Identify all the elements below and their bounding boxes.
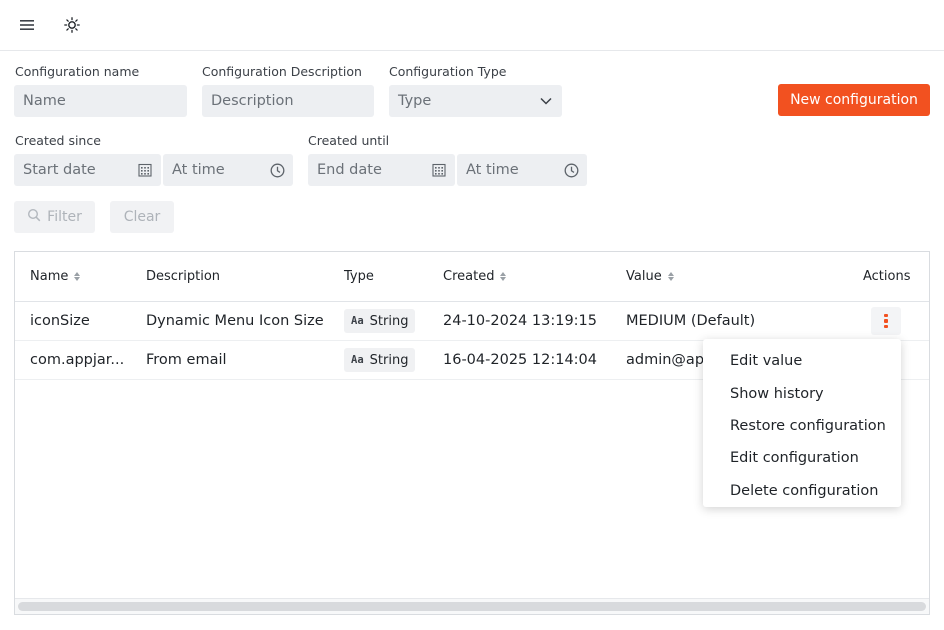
row-actions-menu: Edit value Show history Restore configur… — [703, 339, 901, 507]
cell-type: String — [369, 313, 409, 329]
type-badge: Aa String — [344, 309, 416, 333]
configuration-type-label: Configuration Type — [389, 64, 507, 79]
filter-button[interactable]: Filter — [14, 201, 95, 233]
cell-value: admin@app — [626, 352, 714, 368]
configuration-type-select[interactable]: Type — [389, 85, 562, 117]
menu-item-edit-value[interactable]: Edit value — [703, 345, 901, 377]
clock-icon[interactable] — [269, 162, 285, 178]
configuration-description-field[interactable] — [202, 85, 374, 117]
column-header-created-label: Created — [443, 269, 495, 284]
column-header-actions: Actions — [863, 269, 911, 284]
cell-created: 16-04-2025 12:14:04 — [443, 352, 597, 368]
configuration-type-placeholder: Type — [398, 93, 432, 109]
sort-icon[interactable] — [74, 272, 81, 281]
column-header-value[interactable]: Value — [626, 269, 674, 284]
configuration-description-label: Configuration Description — [202, 64, 362, 79]
new-configuration-button[interactable]: New configuration — [778, 84, 930, 116]
sun-icon[interactable] — [58, 11, 86, 39]
cell-description: From email — [146, 352, 227, 368]
cell-description: Dynamic Menu Icon Size — [146, 313, 324, 329]
table-row[interactable]: iconSize Dynamic Menu Icon Size Aa Strin… — [15, 302, 929, 341]
column-header-name-label: Name — [30, 269, 69, 284]
chevron-down-icon — [538, 93, 554, 109]
configuration-name-label: Configuration name — [15, 64, 140, 79]
column-header-value-label: Value — [626, 269, 662, 284]
horizontal-scrollbar[interactable] — [18, 602, 926, 611]
calendar-icon[interactable] — [137, 162, 153, 178]
column-header-actions-label: Actions — [863, 269, 911, 284]
column-header-type-label: Type — [344, 269, 374, 284]
menu-item-restore-configuration[interactable]: Restore configuration — [703, 410, 901, 442]
column-header-description: Description — [146, 269, 220, 284]
column-header-created[interactable]: Created — [443, 269, 507, 284]
filter-button-label: Filter — [47, 209, 82, 225]
cell-created: 24-10-2024 13:19:15 — [443, 313, 597, 329]
cell-name: iconSize — [30, 313, 90, 329]
top-bar — [0, 0, 944, 51]
configuration-name-input[interactable] — [23, 93, 187, 109]
sort-icon[interactable] — [667, 272, 674, 281]
clear-button[interactable]: Clear — [110, 201, 174, 233]
column-header-name[interactable]: Name — [30, 269, 81, 284]
text-type-icon: Aa — [351, 315, 364, 327]
type-badge: Aa String — [344, 348, 416, 372]
text-type-icon: Aa — [351, 354, 364, 366]
horizontal-scrollbar-track[interactable] — [15, 598, 929, 614]
hamburger-menu-icon[interactable] — [13, 11, 41, 39]
more-actions-icon[interactable] — [871, 307, 901, 335]
cell-type: String — [369, 352, 409, 368]
sort-icon[interactable] — [500, 272, 507, 281]
search-icon — [27, 208, 41, 226]
configuration-description-input[interactable] — [211, 93, 374, 109]
column-header-type: Type — [344, 269, 374, 284]
end-date-field[interactable] — [308, 154, 455, 186]
calendar-icon[interactable] — [431, 162, 447, 178]
configuration-name-field[interactable] — [14, 85, 187, 117]
cell-name: com.appjar... — [30, 352, 125, 368]
created-since-label: Created since — [15, 133, 101, 148]
column-header-description-label: Description — [146, 269, 221, 284]
start-time-field[interactable] — [163, 154, 293, 186]
menu-item-delete-configuration[interactable]: Delete configuration — [703, 475, 901, 507]
start-date-field[interactable] — [14, 154, 161, 186]
table-header: Name Description Type Created Value Acti… — [15, 252, 929, 302]
cell-value: MEDIUM (Default) — [626, 313, 756, 329]
menu-item-show-history[interactable]: Show history — [703, 377, 901, 409]
clear-button-label: Clear — [123, 209, 161, 225]
end-time-field[interactable] — [457, 154, 587, 186]
created-until-label: Created until — [308, 133, 390, 148]
clock-icon[interactable] — [563, 162, 579, 178]
menu-item-edit-configuration[interactable]: Edit configuration — [703, 442, 901, 474]
